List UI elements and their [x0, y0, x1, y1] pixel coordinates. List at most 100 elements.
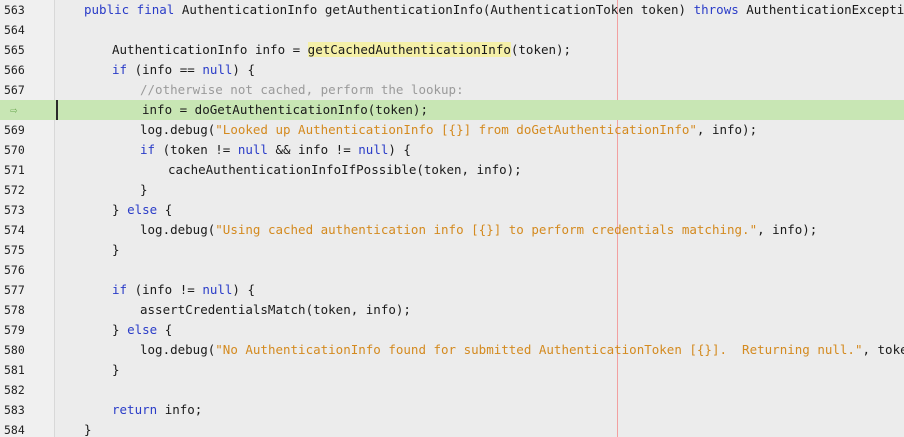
code-line[interactable]: 581}: [0, 360, 904, 380]
code-token: }: [112, 322, 128, 337]
line-number[interactable]: 580: [0, 340, 54, 360]
code-token: ) {: [232, 282, 255, 297]
code-line[interactable]: 569 log.debug("Looked up AuthenticationIn…: [0, 120, 904, 140]
code-text: log.debug("No AuthenticationInfo found f…: [56, 340, 904, 360]
code-line[interactable]: 563 public final AuthenticationInfo getAu…: [0, 0, 904, 20]
code-token: (info ==: [134, 62, 203, 77]
line-number[interactable]: 577: [0, 280, 54, 300]
code-editor[interactable]: 563 public final AuthenticationInfo getAu…: [0, 0, 904, 437]
code-token: }: [140, 182, 148, 197]
code-token: }: [112, 242, 120, 257]
code-line[interactable]: 584}: [0, 420, 904, 437]
code-text: cacheAuthenticationInfoIfPossible(token,…: [56, 160, 522, 180]
code-text: if (info == null) {: [56, 60, 255, 80]
keyword-token: null: [358, 142, 389, 157]
line-number[interactable]: 565: [0, 40, 54, 60]
line-number[interactable]: 573: [0, 200, 54, 220]
string-token: "No AuthenticationInfo found for submitt…: [215, 342, 863, 357]
current-execution-line[interactable]: ⇨ info = doGetAuthenticationInfo(token);: [0, 100, 904, 120]
code-line[interactable]: 571 cacheAuthenticationInfoIfPossible(tok…: [0, 160, 904, 180]
line-number[interactable]: 578: [0, 300, 54, 320]
highlighted-token: getCachedAuthenticationInfo: [307, 42, 511, 57]
code-text: log.debug("Looked up AuthenticationInfo …: [56, 120, 757, 140]
line-number[interactable]: 563: [0, 0, 54, 20]
line-number[interactable]: 564: [0, 20, 54, 40]
code-line[interactable]: 576: [0, 260, 904, 280]
code-token: ) {: [232, 62, 255, 77]
code-line[interactable]: 567 //otherwise not cached, perform the l…: [0, 80, 904, 100]
code-line[interactable]: 564: [0, 20, 904, 40]
code-token: cacheAuthenticationInfoIfPossible(token,…: [168, 162, 522, 177]
code-token: log.debug(: [140, 122, 216, 137]
line-number[interactable]: 582: [0, 380, 54, 400]
code-token: info = doGetAuthenticationInfo(token);: [142, 102, 428, 117]
code-text: if (info != null) {: [56, 280, 255, 300]
code-token: AuthenticationInfo info =: [112, 42, 308, 57]
line-number[interactable]: 570: [0, 140, 54, 160]
line-number[interactable]: 579: [0, 320, 54, 340]
line-number[interactable]: ⇨: [0, 100, 54, 120]
code-line[interactable]: 573} else {: [0, 200, 904, 220]
code-line[interactable]: 582: [0, 380, 904, 400]
code-lines: 563 public final AuthenticationInfo getAu…: [0, 0, 904, 437]
line-number[interactable]: 569: [0, 120, 54, 140]
keyword-token: throws: [693, 2, 747, 17]
keyword-token: null: [202, 62, 233, 77]
code-token: , token);: [862, 342, 904, 357]
code-text: }: [56, 180, 148, 200]
code-text: }: [56, 420, 92, 437]
code-line[interactable]: 566 if (info == null) {: [0, 60, 904, 80]
line-number[interactable]: 575: [0, 240, 54, 260]
code-token: info;: [164, 402, 203, 417]
line-number[interactable]: 576: [0, 260, 54, 280]
keyword-token: if: [140, 142, 163, 157]
code-text: }: [56, 240, 120, 260]
code-line[interactable]: 580 log.debug("No AuthenticationInfo foun…: [0, 340, 904, 360]
code-line[interactable]: 583 return info;: [0, 400, 904, 420]
line-number[interactable]: 574: [0, 220, 54, 240]
code-text: assertCredentialsMatch(token, info);: [56, 300, 411, 320]
code-line[interactable]: 565 AuthenticationInfo info = getCachedAu…: [0, 40, 904, 60]
code-token: (token !=: [162, 142, 238, 157]
line-number[interactable]: 583: [0, 400, 54, 420]
code-token: , info);: [757, 222, 818, 237]
code-text: if (token != null && info != null) {: [56, 140, 411, 160]
code-line[interactable]: 577 if (info != null) {: [0, 280, 904, 300]
code-line[interactable]: 570 if (token != null && info != null) {: [0, 140, 904, 160]
code-line[interactable]: 578 assertCredentialsMatch(token, info);: [0, 300, 904, 320]
current-line-arrow-icon: ⇨: [10, 103, 18, 117]
code-token: ) {: [388, 142, 411, 157]
code-text: //otherwise not cached, perform the look…: [56, 80, 464, 100]
code-line[interactable]: 572}: [0, 180, 904, 200]
line-number[interactable]: 567: [0, 80, 54, 100]
code-token: }: [112, 362, 120, 377]
code-token: && info !=: [267, 142, 359, 157]
code-token: AuthenticationInfo getAuthenticationInfo…: [181, 2, 694, 17]
code-text: log.debug("Using cached authentication i…: [56, 220, 817, 240]
line-number[interactable]: 571: [0, 160, 54, 180]
line-number[interactable]: 572: [0, 180, 54, 200]
line-number[interactable]: 581: [0, 360, 54, 380]
keyword-token: else: [127, 202, 165, 217]
code-token: (token);: [510, 42, 572, 57]
code-line[interactable]: 574 log.debug("Using cached authenticatio…: [0, 220, 904, 240]
code-token: , info);: [696, 122, 758, 137]
code-text: info = doGetAuthenticationInfo(token);: [56, 100, 428, 120]
code-text: }: [56, 360, 120, 380]
line-number[interactable]: 566: [0, 60, 54, 80]
code-token: (info !=: [134, 282, 203, 297]
code-line[interactable]: 579} else {: [0, 320, 904, 340]
keyword-token: else: [127, 322, 165, 337]
code-line[interactable]: 575}: [0, 240, 904, 260]
code-token: AuthenticationException {: [746, 2, 904, 17]
code-token: log.debug(: [140, 342, 216, 357]
code-text: } else {: [56, 200, 172, 220]
keyword-token: public final: [84, 2, 182, 17]
line-number[interactable]: 584: [0, 420, 54, 437]
code-token: assertCredentialsMatch(token, info);: [140, 302, 411, 317]
keyword-token: if: [112, 62, 135, 77]
code-text: AuthenticationInfo info = getCachedAuthe…: [56, 40, 571, 60]
keyword-token: null: [237, 142, 268, 157]
code-token: {: [164, 202, 173, 217]
comment-token: //otherwise not cached, perform the look…: [140, 82, 464, 97]
